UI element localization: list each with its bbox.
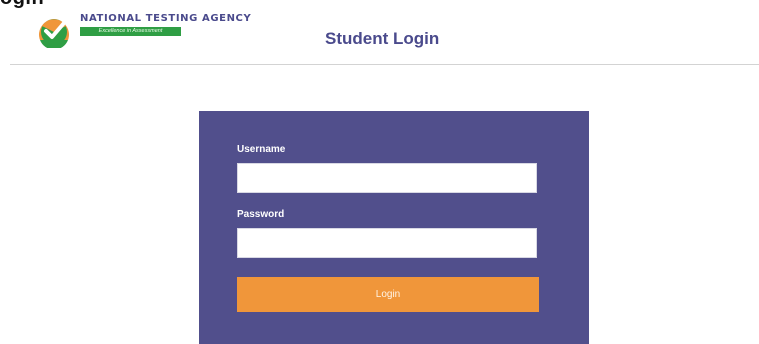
login-button[interactable]: Login [237, 277, 539, 312]
username-label: Username [237, 144, 286, 155]
brand-tagline: Excellence in Assessment [80, 27, 181, 36]
brand-name: NATIONAL TESTING AGENCY [80, 13, 252, 24]
nta-logo-icon [39, 19, 69, 48]
page-title: Student Login [325, 29, 440, 48]
header: NATIONAL TESTING AGENCY Excellence in As… [0, 0, 759, 66]
header-divider [10, 64, 759, 65]
password-label: Password [237, 209, 285, 220]
student-login-page: ogin NATIONAL TESTING AGENCY Excellence … [0, 0, 759, 344]
username-input[interactable] [237, 163, 537, 193]
password-input[interactable] [237, 228, 537, 258]
login-panel: Username Password Login [199, 111, 589, 344]
